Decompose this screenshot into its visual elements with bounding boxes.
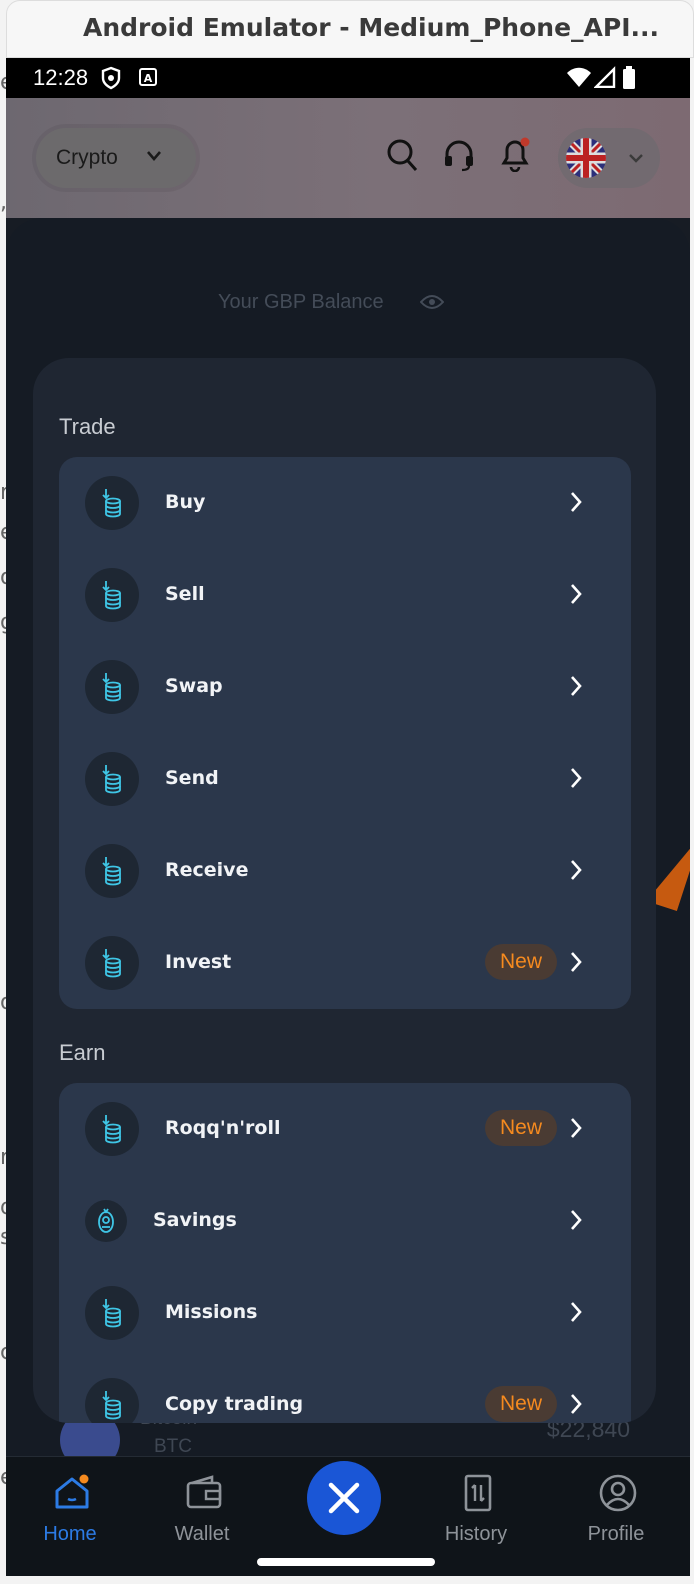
uk-flag-icon xyxy=(566,138,606,178)
menu-item-receive[interactable]: Receive xyxy=(59,825,631,917)
history-icon xyxy=(464,1474,492,1512)
menu-item-copy-trading[interactable]: Copy trading New xyxy=(59,1359,631,1423)
menu-item-label: Swap xyxy=(165,675,223,697)
coin-symbol: BTC xyxy=(154,1436,192,1457)
earn-card: Roqq'n'roll New Savings Missions Copy tr xyxy=(59,1083,631,1423)
earn-section-title: Earn xyxy=(59,1040,106,1065)
svg-text:A: A xyxy=(144,72,153,85)
menu-item-label: Roqq'n'roll xyxy=(165,1117,281,1139)
eye-icon[interactable] xyxy=(420,294,444,310)
wifi-icon xyxy=(567,67,591,87)
wallet-icon xyxy=(186,1475,222,1509)
nav-wallet[interactable]: Wallet xyxy=(142,1457,262,1576)
menu-item-label: Copy trading xyxy=(165,1393,304,1415)
trade-section-title: Trade xyxy=(59,414,116,439)
shield-icon xyxy=(101,66,121,90)
nav-label: Home xyxy=(43,1523,97,1545)
chevron-right-icon xyxy=(571,492,582,512)
new-badge: New xyxy=(485,1386,557,1422)
window-title: Android Emulator - Medium_Phone_API... xyxy=(83,13,659,42)
coins-download-icon xyxy=(85,660,139,714)
status-time: 12:28 xyxy=(33,65,89,90)
language-selector[interactable] xyxy=(558,128,660,188)
balance-label: Your GBP Balance xyxy=(218,291,384,313)
chevron-right-icon xyxy=(571,768,582,788)
close-menu-button[interactable] xyxy=(307,1461,381,1535)
coins-download-icon xyxy=(85,844,139,898)
mode-selector-label: Crypto xyxy=(56,146,118,169)
actions-menu-sheet: Trade Buy Sell Swap Send Receive Invest … xyxy=(33,358,656,1423)
chevron-right-icon xyxy=(571,584,582,604)
gesture-home-indicator[interactable] xyxy=(257,1558,435,1566)
signal-icon xyxy=(594,66,616,88)
app-header: Crypto xyxy=(6,98,690,218)
new-badge: New xyxy=(485,944,557,980)
keyboard-a-icon: A xyxy=(139,68,157,86)
coins-download-icon xyxy=(85,752,139,806)
menu-item-missions[interactable]: Missions xyxy=(59,1267,631,1359)
status-bar: 12:28 A xyxy=(6,58,690,98)
coins-download-icon xyxy=(85,476,139,530)
menu-item-label: Send xyxy=(165,767,219,789)
nav-home[interactable]: Home xyxy=(10,1457,130,1576)
chevron-right-icon xyxy=(571,860,582,880)
nav-label: History xyxy=(444,1523,508,1545)
menu-item-send[interactable]: Send xyxy=(59,733,631,825)
emulator-frame: e , r e o g o r d s c e Android Emulator… xyxy=(0,0,694,1584)
chevron-down-icon xyxy=(147,151,161,161)
menu-item-buy[interactable]: Buy xyxy=(59,457,631,549)
nav-history[interactable]: History xyxy=(416,1457,536,1576)
coins-download-icon xyxy=(85,1102,139,1156)
emulator-title-bar[interactable]: Android Emulator - Medium_Phone_API... xyxy=(6,0,694,58)
battery-icon xyxy=(623,66,635,89)
nav-profile[interactable]: Profile xyxy=(556,1457,676,1576)
menu-item-savings[interactable]: Savings xyxy=(59,1175,631,1267)
chevron-down-icon xyxy=(629,154,643,163)
menu-item-roqqnroll[interactable]: Roqq'n'roll New xyxy=(59,1083,631,1175)
new-badge: New xyxy=(485,1110,557,1146)
menu-item-invest[interactable]: Invest New xyxy=(59,917,631,1009)
menu-item-label: Receive xyxy=(165,859,249,881)
nav-label: Profile xyxy=(587,1523,645,1545)
nav-label: Wallet xyxy=(174,1523,230,1545)
coins-download-icon xyxy=(85,936,139,990)
coins-download-icon xyxy=(85,1286,139,1340)
chevron-right-icon xyxy=(571,676,582,696)
coins-download-icon xyxy=(85,568,139,622)
menu-item-swap[interactable]: Swap xyxy=(59,641,631,733)
mode-selector[interactable]: Crypto xyxy=(36,128,196,188)
coins-download-icon xyxy=(85,1378,139,1423)
notification-bell-icon[interactable] xyxy=(498,136,532,172)
trade-card: Buy Sell Swap Send Receive Invest New xyxy=(59,457,631,1009)
chevron-right-icon xyxy=(571,1394,582,1414)
menu-item-label: Sell xyxy=(165,583,205,605)
close-icon xyxy=(328,1482,360,1514)
chevron-right-icon xyxy=(571,952,582,972)
menu-item-label: Missions xyxy=(165,1301,258,1323)
profile-icon xyxy=(599,1474,637,1512)
piggy-coin-icon xyxy=(85,1200,127,1242)
chevron-right-icon xyxy=(571,1210,582,1230)
menu-item-label: Savings xyxy=(153,1209,237,1231)
chevron-right-icon xyxy=(571,1302,582,1322)
menu-item-sell[interactable]: Sell xyxy=(59,549,631,641)
menu-item-label: Invest xyxy=(165,951,232,973)
chevron-right-icon xyxy=(571,1118,582,1138)
search-icon[interactable] xyxy=(386,138,418,172)
phone-screen: 12:28 A Crypto Your GBP Balance BTC $22,… xyxy=(6,58,690,1576)
home-icon xyxy=(55,1474,89,1509)
support-headset-icon[interactable] xyxy=(442,138,476,172)
menu-item-label: Buy xyxy=(165,491,206,513)
